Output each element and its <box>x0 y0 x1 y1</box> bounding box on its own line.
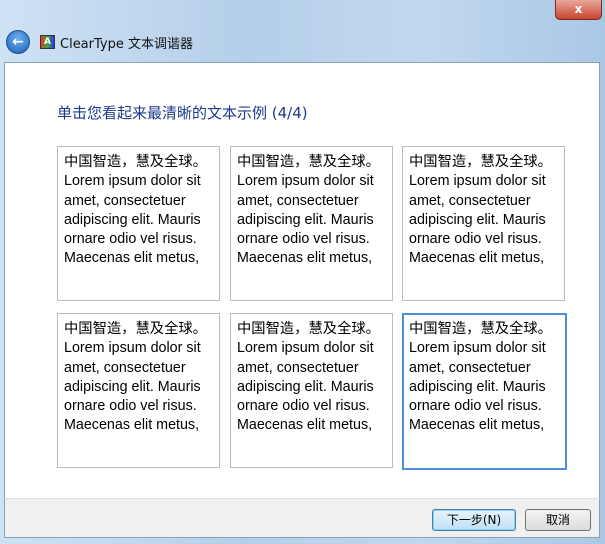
text-sample-3[interactable]: 中国智造，慧及全球。Lorem ipsum dolor sit amet, co… <box>402 146 565 301</box>
text-sample-1[interactable]: 中国智造，慧及全球。Lorem ipsum dolor sit amet, co… <box>57 146 220 301</box>
back-arrow-icon[interactable]: ← <box>6 30 30 54</box>
text-sample-4[interactable]: 中国智造，慧及全球。Lorem ipsum dolor sit amet, co… <box>57 313 220 468</box>
text-sample-2[interactable]: 中国智造，慧及全球。Lorem ipsum dolor sit amet, co… <box>230 146 393 301</box>
text-sample-5[interactable]: 中国智造，慧及全球。Lorem ipsum dolor sit amet, co… <box>230 313 393 468</box>
close-button[interactable]: x <box>555 0 602 20</box>
page-heading: 单击您看起来最清晰的文本示例 (4/4) <box>57 104 308 122</box>
next-button[interactable]: 下一步(N) <box>432 509 516 531</box>
cancel-button[interactable]: 取消 <box>525 509 591 531</box>
text-sample-6-selected[interactable]: 中国智造，慧及全球。Lorem ipsum dolor sit amet, co… <box>402 313 567 470</box>
window-title: ClearType 文本调谐器 <box>60 37 193 52</box>
cleartype-app-icon: A <box>40 35 55 49</box>
